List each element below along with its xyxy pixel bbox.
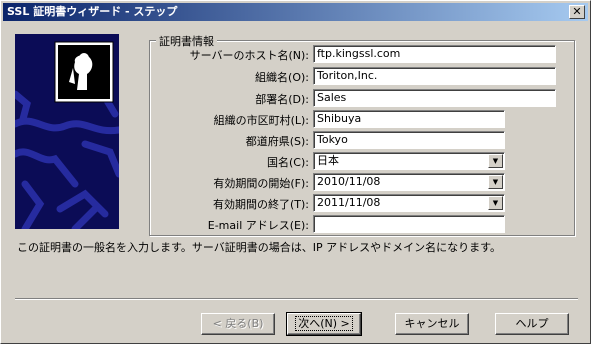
country-select[interactable]: 日本 ▼ xyxy=(313,152,505,170)
valid-to-value: 2011/11/08 xyxy=(317,196,381,209)
title-bar[interactable]: SSL 証明書ウィザード - ステップ ✕ xyxy=(3,3,588,21)
state-input[interactable]: Tokyo xyxy=(313,131,505,149)
country-value: 日本 xyxy=(317,154,339,167)
button-separator xyxy=(15,298,578,300)
email-input[interactable] xyxy=(313,215,505,233)
organization-input[interactable]: Toriton,Inc. xyxy=(313,67,556,85)
chevron-down-icon[interactable]: ▼ xyxy=(488,175,503,189)
help-button[interactable]: ヘルプ xyxy=(495,313,569,335)
department-label: 部署名(D): xyxy=(255,93,309,106)
help-button-label: ヘルプ xyxy=(515,317,549,330)
cancel-button[interactable]: キャンセル xyxy=(395,313,469,335)
country-label: 国名(C): xyxy=(267,156,309,169)
valid-from-select[interactable]: 2010/11/08 ▼ xyxy=(313,173,505,191)
valid-to-select[interactable]: 2011/11/08 ▼ xyxy=(313,194,505,212)
valid-from-value: 2010/11/08 xyxy=(317,175,381,188)
window-title: SSL 証明書ウィザード - ステップ xyxy=(7,5,178,18)
wizard-side-image xyxy=(15,34,119,229)
next-button-label: 次へ(N) > xyxy=(295,316,353,331)
back-button-label: < 戻る(B) xyxy=(212,317,264,330)
back-button[interactable]: < 戻る(B) xyxy=(201,313,275,335)
valid-to-label: 有効期間の終了(T): xyxy=(212,198,309,211)
hint-text: この証明書の一般名を入力します。サーバ証明書の場合は、IP アドレスやドメイン名… xyxy=(17,241,502,254)
city-label: 組織の市区町村(L): xyxy=(213,114,309,127)
close-button[interactable]: ✕ xyxy=(569,5,585,19)
email-label: E-mail アドレス(E): xyxy=(207,219,309,232)
dialog-window: SSL 証明書ウィザード - ステップ ✕ 証明書情報 サーバーのホスト名(N)… xyxy=(0,0,591,344)
city-input[interactable]: Shibuya xyxy=(313,110,505,128)
state-label: 都道府県(S): xyxy=(245,135,309,148)
organization-label: 組織名(O): xyxy=(255,71,309,84)
cancel-button-label: キャンセル xyxy=(404,317,460,330)
department-input[interactable]: Sales xyxy=(313,89,556,107)
host-name-label: サーバーのホスト名(N): xyxy=(189,49,309,62)
valid-from-label: 有効期間の開始(F): xyxy=(213,177,309,190)
circuit-pattern xyxy=(15,41,119,229)
host-name-input[interactable]: ftp.kingssl.com xyxy=(313,45,556,63)
chevron-down-icon[interactable]: ▼ xyxy=(488,196,503,210)
next-button[interactable]: 次へ(N) > xyxy=(286,312,362,336)
chevron-down-icon[interactable]: ▼ xyxy=(488,154,503,168)
